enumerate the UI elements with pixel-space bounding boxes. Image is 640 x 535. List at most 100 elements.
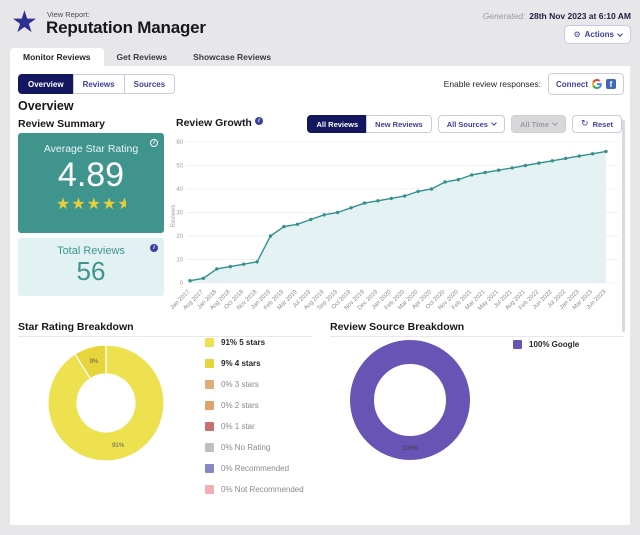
data-point [604, 150, 607, 153]
legend-label: 0% 2 stars [221, 401, 259, 410]
data-point [376, 199, 379, 202]
refresh-icon: ↻ [581, 119, 589, 129]
enable-review-responses-label: Enable review responses: [444, 79, 541, 89]
legend-label: 0% Not Recommended [221, 485, 304, 494]
info-icon[interactable]: i [150, 139, 158, 147]
slice-percent-label: 100% [402, 446, 418, 452]
data-point [282, 225, 285, 228]
legend-item[interactable]: 0% 1 star [205, 422, 304, 431]
tab-get-reviews[interactable]: Get Reviews [104, 48, 181, 66]
data-point [188, 279, 191, 282]
legend-item[interactable]: 0% No Rating [205, 443, 304, 452]
data-point [215, 267, 218, 270]
legend-label: 91% 5 stars [221, 338, 265, 347]
data-point [349, 206, 352, 209]
new-reviews-toggle[interactable]: New Reviews [366, 115, 432, 133]
page-title: Reputation Manager [46, 18, 206, 38]
legend-item[interactable]: 0% Not Recommended [205, 485, 304, 494]
legend-swatch [205, 422, 214, 431]
data-point [390, 197, 393, 200]
generated-timestamp: Generated: 28th Nov 2023 at 6:10 AM [483, 11, 631, 21]
data-point [484, 171, 487, 174]
all-sources-dropdown[interactable]: All Sources [438, 115, 505, 133]
legend-swatch [513, 340, 522, 349]
review-growth-filters: All Reviews New Reviews All Sources All … [307, 115, 622, 133]
subtab-overview[interactable]: Overview [18, 74, 74, 94]
total-reviews-card: i Total Reviews 56 [18, 238, 164, 296]
data-point [591, 152, 594, 155]
data-point [242, 263, 245, 266]
data-point [309, 218, 312, 221]
legend-label: 100% Google [529, 340, 579, 349]
review-growth-chart: 0102030405060ReviewsJan 2017Aug 2017Jan … [170, 138, 622, 314]
legend-label: 0% No Rating [221, 443, 270, 452]
y-tick-label: 30 [176, 211, 183, 217]
subtab-reviews[interactable]: Reviews [73, 74, 125, 94]
data-point [551, 159, 554, 162]
slice-percent-label: 91% [112, 443, 125, 449]
data-point [403, 194, 406, 197]
legend-swatch [205, 338, 214, 347]
all-time-dropdown[interactable]: All Time [511, 115, 566, 133]
all-reviews-toggle[interactable]: All Reviews [307, 115, 367, 133]
y-tick-label: 40 [176, 187, 183, 193]
tab-monitor-reviews[interactable]: Monitor Reviews [10, 48, 104, 66]
data-point [443, 180, 446, 183]
star-icon: ★ [87, 195, 102, 213]
star-rating-donut-chart: 91% 9% [41, 338, 171, 468]
info-icon[interactable]: i [255, 117, 263, 125]
info-icon[interactable]: i [150, 244, 158, 252]
generated-value: 28th Nov 2023 at 6:10 AM [529, 11, 631, 21]
chevron-down-icon [552, 120, 558, 126]
all-time-label: All Time [520, 120, 549, 129]
data-point [255, 260, 258, 263]
legend-item[interactable]: 0% Recommended [205, 464, 304, 473]
slice-percent-label: 9% [90, 359, 99, 365]
brand-star-logo: ★ [11, 6, 38, 40]
subtab-sources[interactable]: Sources [124, 74, 176, 94]
average-star-rating-label: Average Star Rating [18, 143, 164, 155]
legend-item[interactable]: 0% 3 stars [205, 380, 304, 389]
legend-item[interactable]: 100% Google [513, 340, 579, 349]
connect-button[interactable]: Connect f [548, 73, 624, 95]
google-icon [592, 79, 602, 89]
review-growth-title-text: Review Growth [176, 117, 252, 129]
legend-swatch [205, 443, 214, 452]
legend-swatch [205, 464, 214, 473]
legend-item[interactable]: 0% 2 stars [205, 401, 304, 410]
connect-button-label: Connect [556, 80, 588, 89]
legend-swatch [205, 485, 214, 494]
half-star-icon: ★ [117, 195, 126, 213]
all-sources-label: All Sources [447, 120, 488, 129]
review-source-donut-chart: 100% [345, 335, 475, 465]
data-point [497, 169, 500, 172]
legend-item[interactable]: 9% 4 stars [205, 359, 304, 368]
data-point [457, 178, 460, 181]
star-icon: ★ [56, 195, 71, 213]
data-point [470, 173, 473, 176]
content-panel: Overview Reviews Sources Enable review r… [10, 66, 630, 525]
star-icon: ★ [102, 195, 117, 213]
reset-button[interactable]: ↻ Reset [572, 115, 622, 133]
legend-item[interactable]: 91% 5 stars [205, 338, 304, 347]
facebook-icon: f [606, 79, 616, 89]
reputation-manager-page: ★ View Report: Reputation Manager Genera… [0, 0, 640, 535]
data-point [564, 157, 567, 160]
review-source-legend: 100% Google [513, 340, 579, 361]
data-point [202, 277, 205, 280]
data-point [363, 201, 366, 204]
y-tick-label: 60 [176, 140, 183, 146]
reviews-toggle-group: All Reviews New Reviews [307, 115, 431, 133]
actions-button[interactable]: ⚙ Actions [564, 25, 631, 44]
data-point [537, 161, 540, 164]
y-tick-label: 0 [180, 281, 184, 287]
review-responses-row: Enable review responses: Connect f [444, 73, 624, 95]
y-tick-label: 10 [176, 258, 183, 264]
data-point [229, 265, 232, 268]
data-point [336, 211, 339, 214]
chevron-down-icon [617, 31, 623, 37]
main-tab-bar: Monitor Reviews Get Reviews Showcase Rev… [10, 48, 284, 66]
tab-showcase-reviews[interactable]: Showcase Reviews [180, 48, 284, 66]
scrollbar[interactable] [622, 120, 625, 332]
actions-button-label: Actions [585, 30, 614, 39]
